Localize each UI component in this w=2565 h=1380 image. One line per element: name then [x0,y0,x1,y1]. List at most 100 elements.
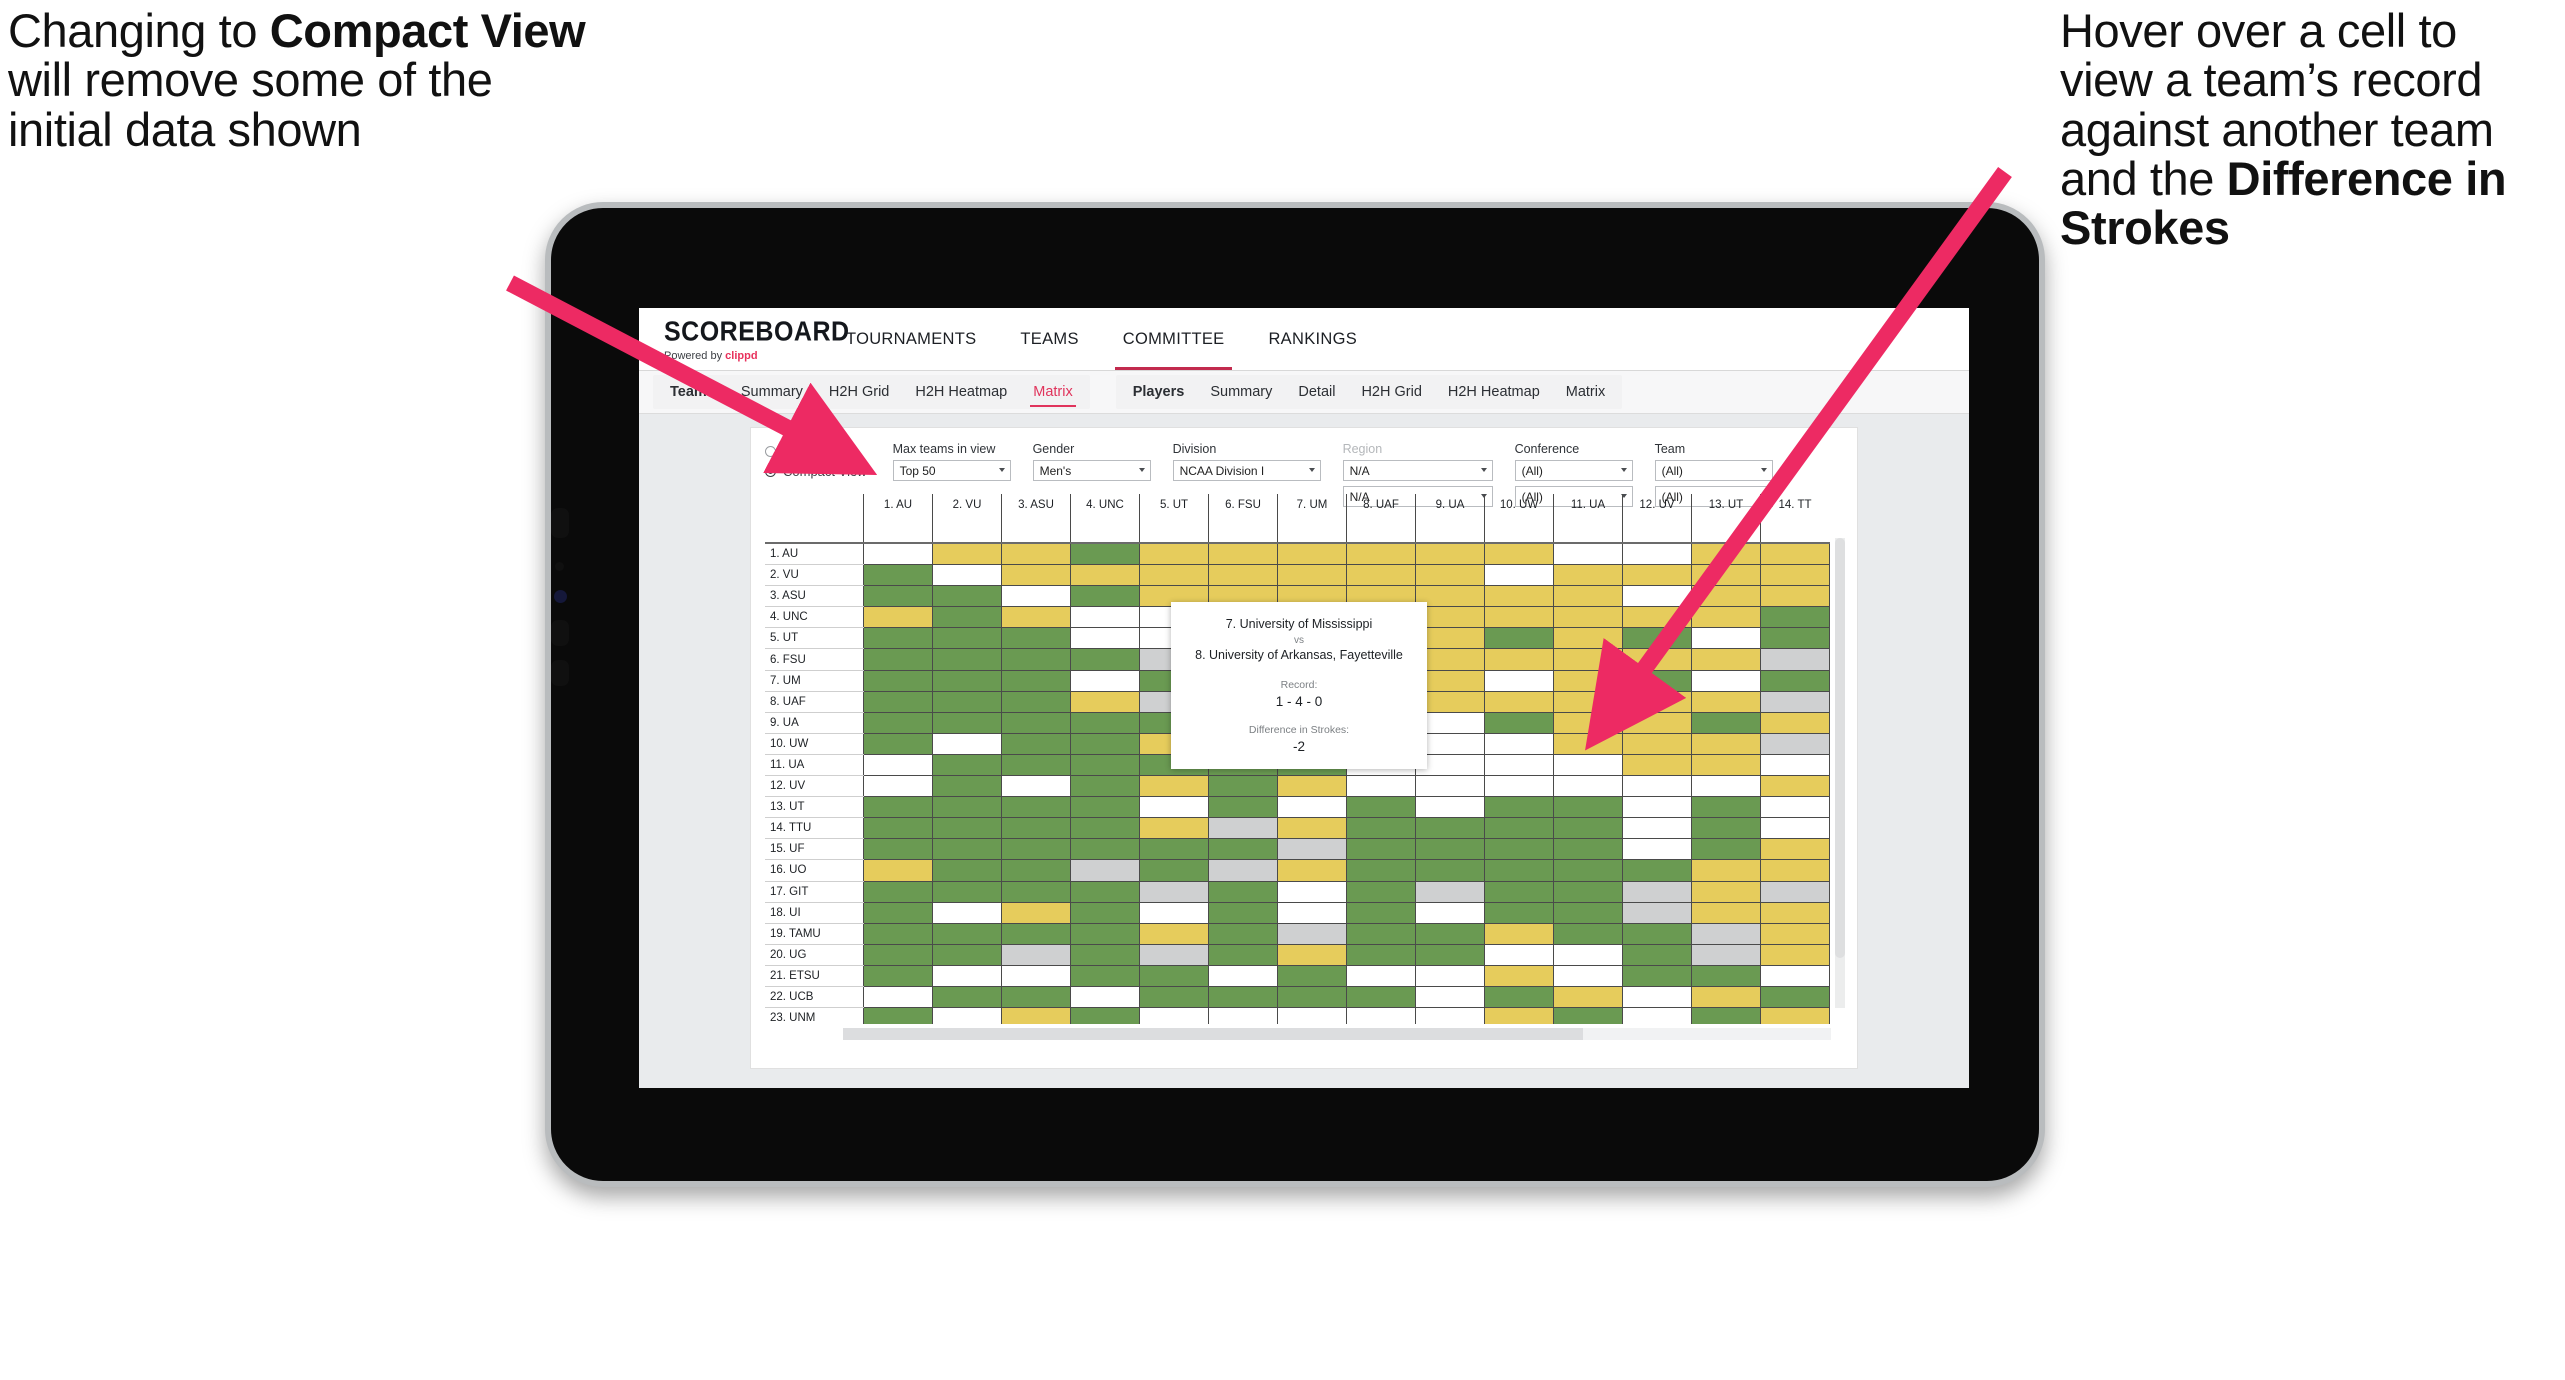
matrix-cell[interactable] [1346,838,1416,861]
matrix-cell[interactable] [1760,901,1830,924]
matrix-cell[interactable] [1691,796,1761,819]
matrix-cell[interactable] [1001,796,1071,819]
matrix-cell[interactable] [1277,859,1347,882]
matrix-cell[interactable] [1001,542,1071,566]
matrix-cell[interactable] [1484,585,1554,608]
matrix-cell[interactable] [1691,606,1761,629]
matrix-cell[interactable] [1622,627,1692,650]
matrix-cell[interactable] [1070,690,1140,713]
matrix-cell[interactable] [1208,817,1278,840]
matrix-cell[interactable] [1070,627,1140,650]
matrix-cell[interactable] [932,838,1002,861]
radio-full-view[interactable]: Full View [765,444,867,459]
matrix-cell[interactable] [1208,880,1278,903]
select-max-teams[interactable]: Top 50 [892,460,1011,481]
matrix-cell[interactable] [1208,1007,1278,1024]
matrix-cell[interactable] [1139,796,1209,819]
matrix-cell[interactable] [1001,901,1071,924]
matrix-cell[interactable] [1346,542,1416,566]
matrix-cell[interactable] [1208,775,1278,798]
matrix-cell[interactable] [1070,542,1140,566]
matrix-cell[interactable] [1277,564,1347,587]
matrix-cell[interactable] [1553,922,1623,945]
matrix-cell[interactable] [1415,1007,1485,1024]
matrix-cell[interactable] [932,648,1002,671]
matrix-cell[interactable] [1484,564,1554,587]
matrix-cell[interactable] [1139,542,1209,566]
matrix-cell[interactable] [1070,922,1140,945]
matrix-cell[interactable] [1691,542,1761,566]
matrix-cell[interactable] [1070,606,1140,629]
matrix-cell[interactable] [1760,606,1830,629]
matrix-cell[interactable] [1001,817,1071,840]
matrix-cell[interactable] [1070,838,1140,861]
matrix-cell[interactable] [932,585,1002,608]
matrix-cell[interactable] [1277,964,1347,987]
matrix-cell[interactable] [863,817,933,840]
matrix-cell[interactable] [1346,817,1416,840]
matrix-cell[interactable] [1553,542,1623,566]
matrix-cell[interactable] [1484,880,1554,903]
matrix-cell[interactable] [863,648,933,671]
matrix-cell[interactable] [932,880,1002,903]
matrix-cell[interactable] [1346,564,1416,587]
matrix-cell[interactable] [1691,690,1761,713]
matrix-cell[interactable] [1760,669,1830,692]
matrix-cell[interactable] [1622,817,1692,840]
matrix-cell[interactable] [1070,732,1140,755]
matrix-cell[interactable] [1484,648,1554,671]
brand-logo[interactable]: SCOREBOARD Powered by clippd [639,308,849,370]
matrix-cell[interactable] [932,753,1002,777]
matrix-cell[interactable] [1070,711,1140,734]
matrix-cell[interactable] [1277,817,1347,840]
matrix-cell[interactable] [1622,985,1692,1009]
matrix-cell[interactable] [1760,943,1830,966]
matrix-cell[interactable] [1001,606,1071,629]
matrix-cell[interactable] [1553,1007,1623,1024]
matrix-cell[interactable] [1691,817,1761,840]
matrix-cell[interactable] [1208,838,1278,861]
matrix-cell[interactable] [932,796,1002,819]
matrix-cell[interactable] [1484,901,1554,924]
matrix-cell[interactable] [1001,732,1071,755]
matrix-cell[interactable] [1415,796,1485,819]
matrix-cell[interactable] [1622,690,1692,713]
matrix-cell[interactable] [863,775,933,798]
matrix-cell[interactable] [1277,1007,1347,1024]
matrix-cell[interactable] [1760,542,1830,566]
matrix-cell[interactable] [1346,922,1416,945]
matrix-cell[interactable] [863,859,933,882]
matrix-cell[interactable] [1001,564,1071,587]
matrix-cell[interactable] [1553,711,1623,734]
matrix-cell[interactable] [1553,732,1623,755]
matrix-cell[interactable] [1553,753,1623,777]
matrix-cell[interactable] [1622,964,1692,987]
matrix-cell[interactable] [1070,859,1140,882]
matrix-cell[interactable] [1553,690,1623,713]
matrix-cell[interactable] [1760,753,1830,777]
tab-teams-h2h-grid[interactable]: H2H Grid [816,375,902,409]
matrix-cell[interactable] [1415,943,1485,966]
matrix-cell[interactable] [1691,1007,1761,1024]
matrix-cell[interactable] [1622,542,1692,566]
matrix-cell[interactable] [1001,880,1071,903]
matrix-cell[interactable] [863,901,933,924]
matrix-cell[interactable] [1691,880,1761,903]
matrix-cell[interactable] [1622,901,1692,924]
matrix-cell[interactable] [1484,859,1554,882]
matrix-cell[interactable] [1553,606,1623,629]
matrix-cell[interactable] [932,922,1002,945]
matrix-cell[interactable] [1691,859,1761,882]
matrix-cell[interactable] [1691,753,1761,777]
matrix-cell[interactable] [1001,985,1071,1009]
matrix-cell[interactable] [1553,585,1623,608]
radio-compact-view[interactable]: Compact View [765,464,867,479]
matrix-horizontal-scroll-thumb[interactable] [843,1028,1583,1040]
matrix-cell[interactable] [1691,922,1761,945]
matrix-cell[interactable] [863,690,933,713]
matrix-cell[interactable] [1760,711,1830,734]
matrix-cell[interactable] [1139,922,1209,945]
matrix-cell[interactable] [1484,606,1554,629]
matrix-cell[interactable] [1553,901,1623,924]
matrix-cell[interactable] [1346,859,1416,882]
